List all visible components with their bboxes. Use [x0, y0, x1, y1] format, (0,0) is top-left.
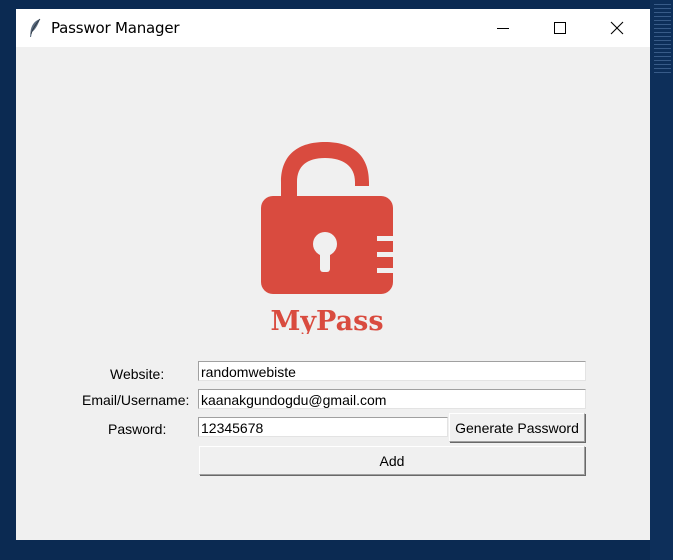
- email-input[interactable]: [198, 389, 586, 409]
- password-input[interactable]: [198, 417, 448, 437]
- maximize-icon: [554, 22, 566, 34]
- background-window-text: [654, 4, 671, 74]
- website-input[interactable]: [198, 361, 586, 381]
- website-label: Website:: [110, 366, 165, 382]
- mypass-logo: MyPass: [261, 142, 395, 334]
- close-button[interactable]: [594, 9, 640, 47]
- open-padlock-icon: [261, 142, 395, 294]
- generate-password-button[interactable]: Generate Password: [449, 413, 585, 442]
- logo-text: MyPass: [270, 306, 383, 334]
- password-label: Pasword:: [108, 421, 167, 437]
- maximize-button[interactable]: [537, 9, 583, 47]
- minimize-icon: [497, 28, 509, 29]
- window-title: Passwor Manager: [51, 19, 180, 37]
- title-bar[interactable]: Passwor Manager: [16, 9, 650, 47]
- feather-icon: [30, 18, 41, 37]
- email-label: Email/Username:: [82, 392, 190, 408]
- minimize-button[interactable]: [480, 9, 526, 47]
- desktop-background: [650, 0, 673, 560]
- add-button[interactable]: Add: [199, 446, 585, 475]
- close-icon: [610, 21, 624, 35]
- app-window: Passwor Manager MyPass Website: randomwe…: [16, 9, 650, 540]
